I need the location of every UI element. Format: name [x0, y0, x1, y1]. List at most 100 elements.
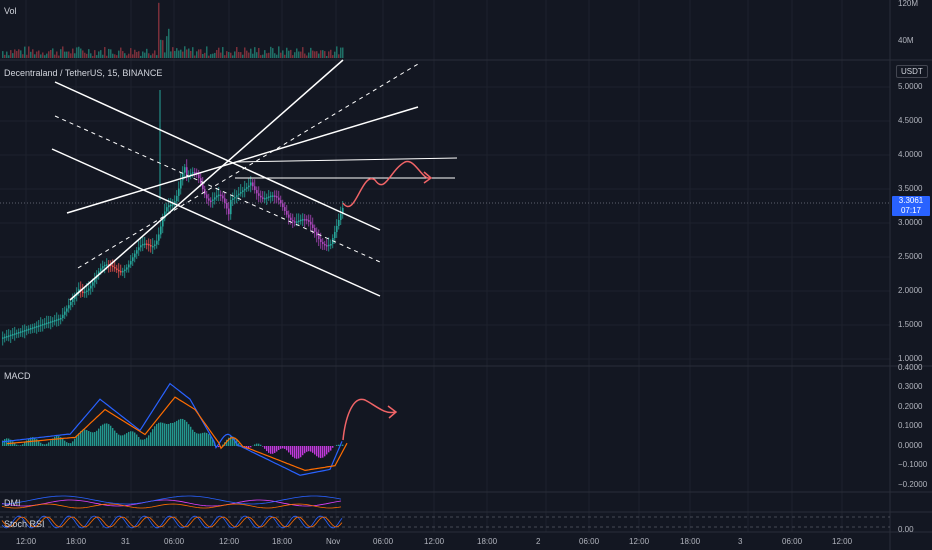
candle-body [66, 308, 68, 312]
macd-histogram-bar [286, 446, 288, 451]
volume-bar [180, 49, 182, 58]
candle-body [2, 337, 4, 339]
volume-bar [178, 50, 180, 58]
macd-histogram-bar [88, 430, 90, 446]
macd-histogram-bar [108, 424, 110, 446]
volume-bar [230, 52, 232, 58]
candle-body [12, 334, 14, 336]
candle-body [60, 318, 62, 320]
volume-bar [104, 47, 106, 58]
candle-body [336, 226, 338, 232]
candle-body [14, 333, 16, 335]
macd-histogram-bar [102, 424, 104, 446]
volume-tick: 120M [898, 0, 919, 8]
volume-bar [74, 53, 76, 58]
candle-body [238, 193, 240, 196]
macd-histogram-bar [18, 445, 20, 446]
time-tick: 06:00 [373, 537, 394, 546]
macd-histogram-bar [332, 446, 334, 448]
macd-tick: 0.4000 [898, 363, 923, 372]
macd-histogram-bar [158, 422, 160, 446]
volume-bar [58, 55, 60, 58]
candle-body [22, 330, 24, 333]
time-tick: 18:00 [477, 537, 498, 546]
volume-bar [322, 50, 324, 58]
volume-bar [122, 51, 124, 58]
candle-body [144, 243, 146, 246]
volume-bar [10, 50, 12, 58]
candle-body [114, 266, 116, 269]
candle-body [16, 332, 18, 335]
candle-body [302, 219, 304, 221]
macd-histogram-bar [84, 429, 86, 446]
candle-body [42, 324, 44, 326]
candle-body [38, 325, 40, 327]
volume-bar [2, 51, 4, 58]
candle-body [298, 220, 300, 223]
dmi-pane-title: DMI [4, 498, 21, 508]
volume-bar [12, 53, 14, 58]
volume-bar [138, 51, 140, 58]
candle-body [264, 197, 266, 200]
volume-bar [114, 54, 116, 58]
volume-bar [288, 50, 290, 58]
candle-body [136, 250, 138, 254]
macd-histogram-bar [308, 446, 310, 452]
candle-body [58, 318, 60, 321]
time-tick: 06:00 [782, 537, 803, 546]
candle-body [32, 327, 34, 329]
macd-histogram-bar [304, 446, 306, 454]
macd-histogram-bar [90, 431, 92, 446]
candle-body [304, 219, 306, 221]
candle-body [6, 336, 8, 338]
candle-body [28, 328, 30, 331]
volume-bar [190, 50, 192, 58]
trend-drawings[interactable] [0, 59, 890, 441]
macd-histogram-bar [122, 435, 124, 446]
time-tick: 12:00 [219, 537, 240, 546]
candle-body [126, 267, 128, 270]
projection-arrow [342, 160, 431, 207]
time-tick: 2 [536, 537, 541, 546]
macd-pane-title: MACD [4, 371, 31, 381]
candle-body [8, 335, 10, 337]
volume-bar [112, 53, 114, 58]
candle-body [50, 321, 52, 323]
volume-bar [294, 52, 296, 58]
macd-histogram-bar [314, 446, 316, 455]
macd-tick: 0.0000 [898, 441, 923, 450]
time-tick: 12:00 [832, 537, 853, 546]
volume-bar [220, 52, 222, 58]
volume-bar [86, 53, 88, 58]
candle-body [104, 264, 106, 267]
candle-body [92, 282, 94, 286]
volume-bar [332, 55, 334, 58]
macd-histogram-bar [160, 422, 162, 446]
volume-bar [264, 50, 266, 58]
macd-histogram-bar [124, 434, 126, 446]
candle-body [166, 207, 168, 212]
candle-body [282, 203, 284, 208]
volume-bar [280, 52, 282, 58]
macd-histogram-bar [130, 431, 132, 446]
time-tick: 12:00 [16, 537, 37, 546]
candle-body [210, 200, 212, 203]
macd-histogram-bar [140, 439, 142, 446]
macd-histogram-bar [54, 436, 56, 446]
candle-body [132, 257, 134, 262]
volume-bar [212, 53, 214, 58]
volume-bar [330, 49, 332, 58]
macd-histogram-bar [322, 446, 324, 458]
candle-body [226, 202, 228, 209]
macd-histogram-bar [154, 426, 156, 446]
candle-body [322, 242, 324, 244]
currency-button[interactable]: USDT [896, 65, 928, 78]
symbol-title[interactable]: Decentraland / TetherUS, 15, BINANCE [4, 68, 162, 78]
volume-bar [222, 47, 224, 58]
volume-bar [186, 49, 188, 58]
chart-canvas[interactable] [0, 0, 932, 550]
dmi-plus-line [1, 499, 342, 507]
candle-body [314, 227, 316, 232]
candle-body [86, 290, 88, 293]
candle-body [18, 332, 20, 334]
